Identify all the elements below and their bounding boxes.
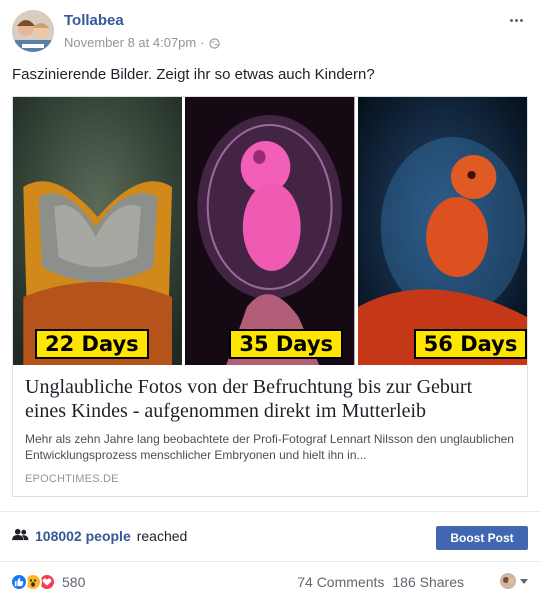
chevron-down-icon	[520, 578, 528, 584]
more-options-icon[interactable]	[504, 12, 528, 28]
day-label-56: 56 Days	[413, 329, 527, 359]
link-title[interactable]: Unglaubliche Fotos von der Befruchtung b…	[25, 375, 515, 423]
viewer-avatar	[500, 573, 516, 589]
day-label-22: 22 Days	[35, 329, 149, 359]
day-label-35: 35 Days	[229, 329, 344, 359]
post-meta: November 8 at 4:07pm ·	[64, 35, 220, 50]
embryo-panel-22-days: 22 Days	[13, 97, 183, 365]
post-header: Tollabea November 8 at 4:07pm ·	[12, 10, 528, 56]
embryo-35-days-image	[185, 97, 355, 365]
embryo-22-days-image	[13, 97, 183, 365]
post-footer: 580 74 Comments 186 Shares	[0, 561, 540, 603]
embryo-56-days-image	[357, 97, 527, 365]
link-preview-image[interactable]: 22 Days 35 Days 56 Days	[13, 97, 527, 365]
reach-summary: 108002 people reached	[12, 528, 187, 544]
like-icon	[10, 573, 28, 591]
reach-label: reached	[136, 528, 188, 544]
reach-count-link[interactable]: 108002 people	[35, 528, 131, 544]
reaction-count: 580	[62, 574, 86, 590]
comments-count-link[interactable]: 74 Comments	[297, 574, 384, 590]
link-domain: EPOCHTIMES.DE	[25, 473, 119, 485]
reactions-summary[interactable]: 580	[10, 573, 85, 591]
post-message: Faszinierende Bilder. Zeigt ihr so etwas…	[12, 66, 375, 83]
globe-icon[interactable]	[208, 37, 220, 49]
post-card: Tollabea November 8 at 4:07pm · Faszinie…	[0, 0, 540, 603]
link-preview-card[interactable]: 22 Days 35 Days 56 Days Unglaubliche Fot…	[12, 96, 528, 497]
post-insights: 108002 people reached Boost Post	[0, 511, 540, 561]
embryo-panel-35-days: 35 Days	[185, 97, 355, 365]
meta-separator: ·	[200, 35, 205, 50]
post-timestamp[interactable]: November 8 at 4:07pm	[64, 35, 196, 50]
link-description: Mehr als zehn Jahre lang beobachtete der…	[25, 432, 514, 462]
shares-count-link[interactable]: 186 Shares	[392, 574, 464, 590]
post-as-selector[interactable]	[500, 573, 528, 589]
page-avatar[interactable]	[12, 10, 54, 52]
engagement-stats: 74 Comments 186 Shares	[297, 574, 464, 590]
link-preview-body[interactable]: Unglaubliche Fotos von der Befruchtung b…	[13, 365, 527, 496]
people-icon	[12, 528, 29, 544]
page-name-link[interactable]: Tollabea	[64, 12, 124, 29]
embryo-panel-56-days: 56 Days	[357, 97, 527, 365]
boost-post-button[interactable]: Boost Post	[436, 526, 528, 550]
